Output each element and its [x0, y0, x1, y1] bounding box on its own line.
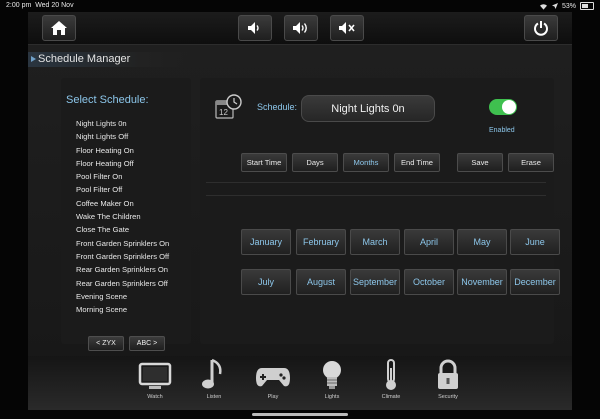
mute-button[interactable]: [330, 15, 364, 41]
schedule-list-item[interactable]: Front Garden Sprinklers Off: [76, 250, 169, 263]
month-button-august[interactable]: August: [296, 269, 346, 295]
power-icon: [534, 21, 548, 36]
svg-text:12: 12: [219, 108, 228, 117]
schedule-list-item[interactable]: Evening Scene: [76, 290, 169, 303]
bottom-dock: Watch Listen Play Lights Climate Securit…: [28, 356, 572, 410]
toggle-knob: [502, 100, 516, 114]
schedule-list-item[interactable]: Close The Gate: [76, 223, 169, 236]
location-icon: [551, 3, 558, 9]
status-time-date: 2:00 pm Wed 20 Nov: [6, 2, 74, 9]
erase-button[interactable]: Erase: [508, 153, 554, 172]
month-button-february[interactable]: February: [296, 229, 346, 255]
dock-item-watch[interactable]: Watch: [127, 356, 183, 410]
page-title-bar: Schedule Manager: [28, 52, 188, 67]
tab-days[interactable]: Days: [292, 153, 338, 172]
month-button-november[interactable]: November: [457, 269, 507, 295]
tv-icon: [138, 362, 172, 389]
schedule-list: Night Lights 0n Night Lights Off Floor H…: [76, 117, 169, 316]
schedule-list-item[interactable]: Rear Garden Sprinklers Off: [76, 277, 169, 290]
month-button-march[interactable]: March: [350, 229, 400, 255]
wifi-icon: [539, 3, 547, 10]
schedule-list-item[interactable]: Night Lights 0n: [76, 117, 169, 130]
dock-item-lights[interactable]: Lights: [304, 356, 360, 410]
schedule-list-item[interactable]: Front Garden Sprinklers On: [76, 237, 169, 250]
month-button-may[interactable]: May: [457, 229, 507, 255]
dock-label: Lights: [324, 394, 340, 400]
dock-item-climate[interactable]: Climate: [363, 356, 419, 410]
volume-up-button[interactable]: [284, 15, 318, 41]
thermometer-icon: [386, 359, 396, 390]
schedule-label: Schedule:: [257, 102, 298, 112]
app-window: Schedule Manager Select Schedule: Night …: [28, 12, 572, 410]
status-right: 53%: [539, 2, 594, 10]
dock-label: Listen: [206, 394, 222, 400]
prev-page-button[interactable]: < ZYX: [88, 336, 124, 351]
home-button[interactable]: [42, 15, 76, 41]
month-button-june[interactable]: June: [510, 229, 560, 255]
mute-icon: [339, 22, 355, 34]
lightbulb-icon: [323, 361, 341, 389]
divider: [206, 195, 546, 196]
save-button[interactable]: Save: [457, 153, 503, 172]
month-button-january[interactable]: January: [241, 229, 291, 255]
schedule-list-item[interactable]: Wake The Children: [76, 210, 169, 223]
dock-label: Watch: [147, 394, 163, 400]
enabled-toggle[interactable]: [489, 99, 517, 115]
home-indicator[interactable]: [252, 413, 348, 416]
page-title: Schedule Manager: [38, 53, 131, 65]
schedule-list-item[interactable]: Coffee Maker On: [76, 197, 169, 210]
dock-label: Climate: [381, 394, 401, 400]
music-note-icon: [202, 358, 222, 389]
volume-down-button[interactable]: [238, 15, 272, 41]
schedule-list-item[interactable]: Pool Filter Off: [76, 183, 169, 196]
schedule-list-item[interactable]: Morning Scene: [76, 303, 169, 316]
title-bullet-icon: [31, 56, 36, 62]
schedule-list-item[interactable]: Night Lights Off: [76, 130, 169, 143]
month-button-april[interactable]: April: [404, 229, 454, 255]
schedule-detail-panel: 12 Schedule: Night Lights 0n Enabled Sta…: [200, 78, 560, 344]
dock-item-play[interactable]: Play: [245, 356, 301, 410]
volume-down-icon: [248, 22, 259, 34]
enabled-label: Enabled: [489, 127, 515, 134]
top-toolbar: [28, 12, 572, 45]
dock-item-listen[interactable]: Listen: [186, 356, 242, 410]
padlock-icon: [438, 359, 458, 389]
next-page-button[interactable]: ABC >: [129, 336, 165, 351]
schedule-list-item[interactable]: Pool Filter On: [76, 170, 169, 183]
status-bar: 2:00 pm Wed 20 Nov 53%: [0, 0, 600, 12]
gamepad-icon: [256, 368, 290, 387]
dock-label: Play: [267, 394, 279, 400]
battery-icon: [580, 2, 594, 10]
schedule-list-item[interactable]: Floor Heating Off: [76, 157, 169, 170]
select-schedule-panel: Select Schedule: Night Lights 0n Night L…: [61, 78, 191, 351]
month-button-december[interactable]: December: [510, 269, 560, 295]
tab-start-time[interactable]: Start Time: [241, 153, 287, 172]
battery-percent: 53%: [561, 2, 576, 10]
schedule-list-item[interactable]: Floor Heating On: [76, 144, 169, 157]
schedule-name-display: Night Lights 0n: [301, 95, 435, 122]
month-button-july[interactable]: July: [241, 269, 291, 295]
power-button[interactable]: [524, 15, 558, 41]
calendar-clock-icon: 12: [215, 94, 242, 119]
divider: [206, 182, 546, 183]
tab-months[interactable]: Months: [343, 153, 389, 172]
dock-item-security[interactable]: Security: [420, 356, 476, 410]
tab-end-time[interactable]: End Time: [394, 153, 440, 172]
home-icon: [51, 21, 67, 35]
dock-label: Security: [438, 394, 458, 400]
schedule-list-item[interactable]: Rear Garden Sprinklers On: [76, 263, 169, 276]
volume-up-icon: [293, 22, 307, 34]
month-button-october[interactable]: October: [404, 269, 454, 295]
month-button-september[interactable]: September: [350, 269, 400, 295]
select-schedule-header: Select Schedule:: [66, 94, 149, 106]
